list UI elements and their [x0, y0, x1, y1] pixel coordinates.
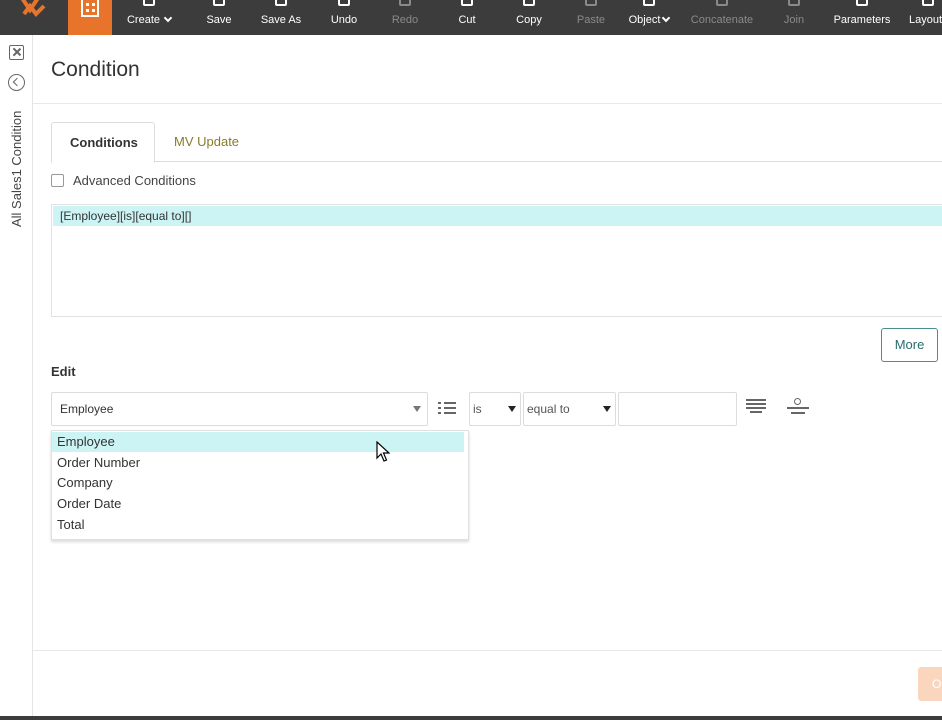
left-panel-strip: All Sales1 Condition	[0, 35, 33, 720]
object-label: Object	[628, 14, 661, 26]
condition-list: [Employee][is][equal to][]	[51, 204, 942, 317]
undo-label: Undo	[330, 14, 358, 26]
chevron-down-icon	[662, 13, 671, 23]
layout-button[interactable]: Layout	[906, 0, 942, 35]
comparison-select[interactable]: equal to	[523, 392, 616, 426]
expression-icon[interactable]	[746, 399, 766, 415]
advanced-conditions-label[interactable]: Advanced Conditions	[73, 173, 196, 188]
dropdown-option-total[interactable]: Total	[52, 515, 464, 535]
layout-icon	[922, 0, 934, 6]
concatenate-button[interactable]: Concatenate	[686, 0, 758, 35]
edit-label: Edit	[51, 364, 76, 379]
save-icon	[213, 0, 225, 6]
paste-button[interactable]: Paste	[570, 0, 612, 35]
copy-label: Copy	[516, 14, 542, 26]
scissors-icon	[461, 0, 473, 6]
operator-select[interactable]: is	[469, 392, 521, 426]
copy-icon	[523, 0, 535, 6]
list-icon[interactable]	[438, 401, 456, 415]
concatenate-icon	[716, 0, 728, 6]
paste-icon	[585, 0, 597, 6]
field-select-value: Employee	[60, 402, 114, 416]
undo-icon	[338, 0, 350, 6]
tab-conditions[interactable]: Conditions	[51, 122, 155, 163]
undo-button[interactable]: Undo	[322, 0, 366, 35]
window-bottom-edge	[0, 716, 942, 720]
filter-icon[interactable]	[787, 398, 809, 416]
app-logo	[0, 0, 68, 35]
save-as-button[interactable]: Save As	[254, 0, 308, 35]
comparison-select-value: equal to	[527, 402, 570, 416]
save-as-label: Save As	[260, 14, 302, 26]
panel-title: All Sales1 Condition	[9, 110, 24, 227]
home-button[interactable]	[68, 0, 112, 35]
page-title: Condition	[51, 58, 140, 81]
mouse-cursor-icon	[376, 441, 390, 462]
ok-button[interactable]: O	[918, 667, 942, 701]
field-dropdown-list: Employee Order Number Company Order Date…	[51, 430, 469, 540]
create-label: Create	[126, 14, 161, 26]
back-icon[interactable]	[8, 74, 25, 91]
save-label: Save	[206, 14, 232, 26]
dropdown-option-employee[interactable]: Employee	[52, 432, 464, 452]
paste-label: Paste	[576, 14, 606, 26]
divider	[33, 103, 942, 104]
parameters-label: Parameters	[833, 14, 891, 26]
tab-bar: Conditions MV Update	[51, 122, 942, 163]
more-button[interactable]: More	[881, 328, 938, 362]
parameters-button[interactable]: Parameters	[828, 0, 896, 35]
copy-button[interactable]: Copy	[508, 0, 550, 35]
create-icon	[143, 0, 155, 6]
parameters-icon	[856, 0, 868, 6]
toolbar: Create Save Save As Undo Redo Cut Copy P…	[0, 0, 942, 35]
save-as-icon	[275, 0, 287, 6]
join-button[interactable]: Join	[774, 0, 814, 35]
app-logo-icon	[20, 0, 46, 18]
caret-down-icon	[413, 406, 421, 412]
save-button[interactable]: Save	[198, 0, 240, 35]
redo-button[interactable]: Redo	[384, 0, 426, 35]
redo-label: Redo	[391, 14, 419, 26]
object-icon	[643, 0, 655, 6]
dropdown-option-order-date[interactable]: Order Date	[52, 494, 464, 514]
building-icon	[81, 0, 99, 17]
cut-label: Cut	[458, 14, 476, 26]
concatenate-label: Concatenate	[690, 14, 754, 26]
tab-mv-update[interactable]: MV Update	[156, 122, 257, 163]
create-button[interactable]: Create	[118, 0, 180, 35]
chevron-down-icon	[163, 13, 173, 23]
value-input[interactable]	[618, 392, 737, 426]
object-button[interactable]: Object	[622, 0, 676, 35]
dropdown-option-order-number[interactable]: Order Number	[52, 453, 464, 473]
field-select[interactable]: Employee	[51, 392, 428, 426]
advanced-conditions-checkbox[interactable]	[51, 174, 64, 187]
dropdown-option-company[interactable]: Company	[52, 473, 464, 493]
join-icon	[788, 0, 800, 6]
redo-icon	[399, 0, 411, 6]
caret-down-icon	[508, 406, 516, 412]
operator-select-value: is	[473, 402, 482, 416]
caret-down-icon	[603, 406, 611, 412]
condition-item[interactable]: [Employee][is][equal to][]	[53, 206, 942, 226]
layout-label: Layout	[909, 14, 942, 26]
cut-button[interactable]: Cut	[448, 0, 486, 35]
join-label: Join	[783, 14, 805, 26]
close-icon[interactable]	[9, 45, 24, 60]
divider	[33, 650, 942, 651]
